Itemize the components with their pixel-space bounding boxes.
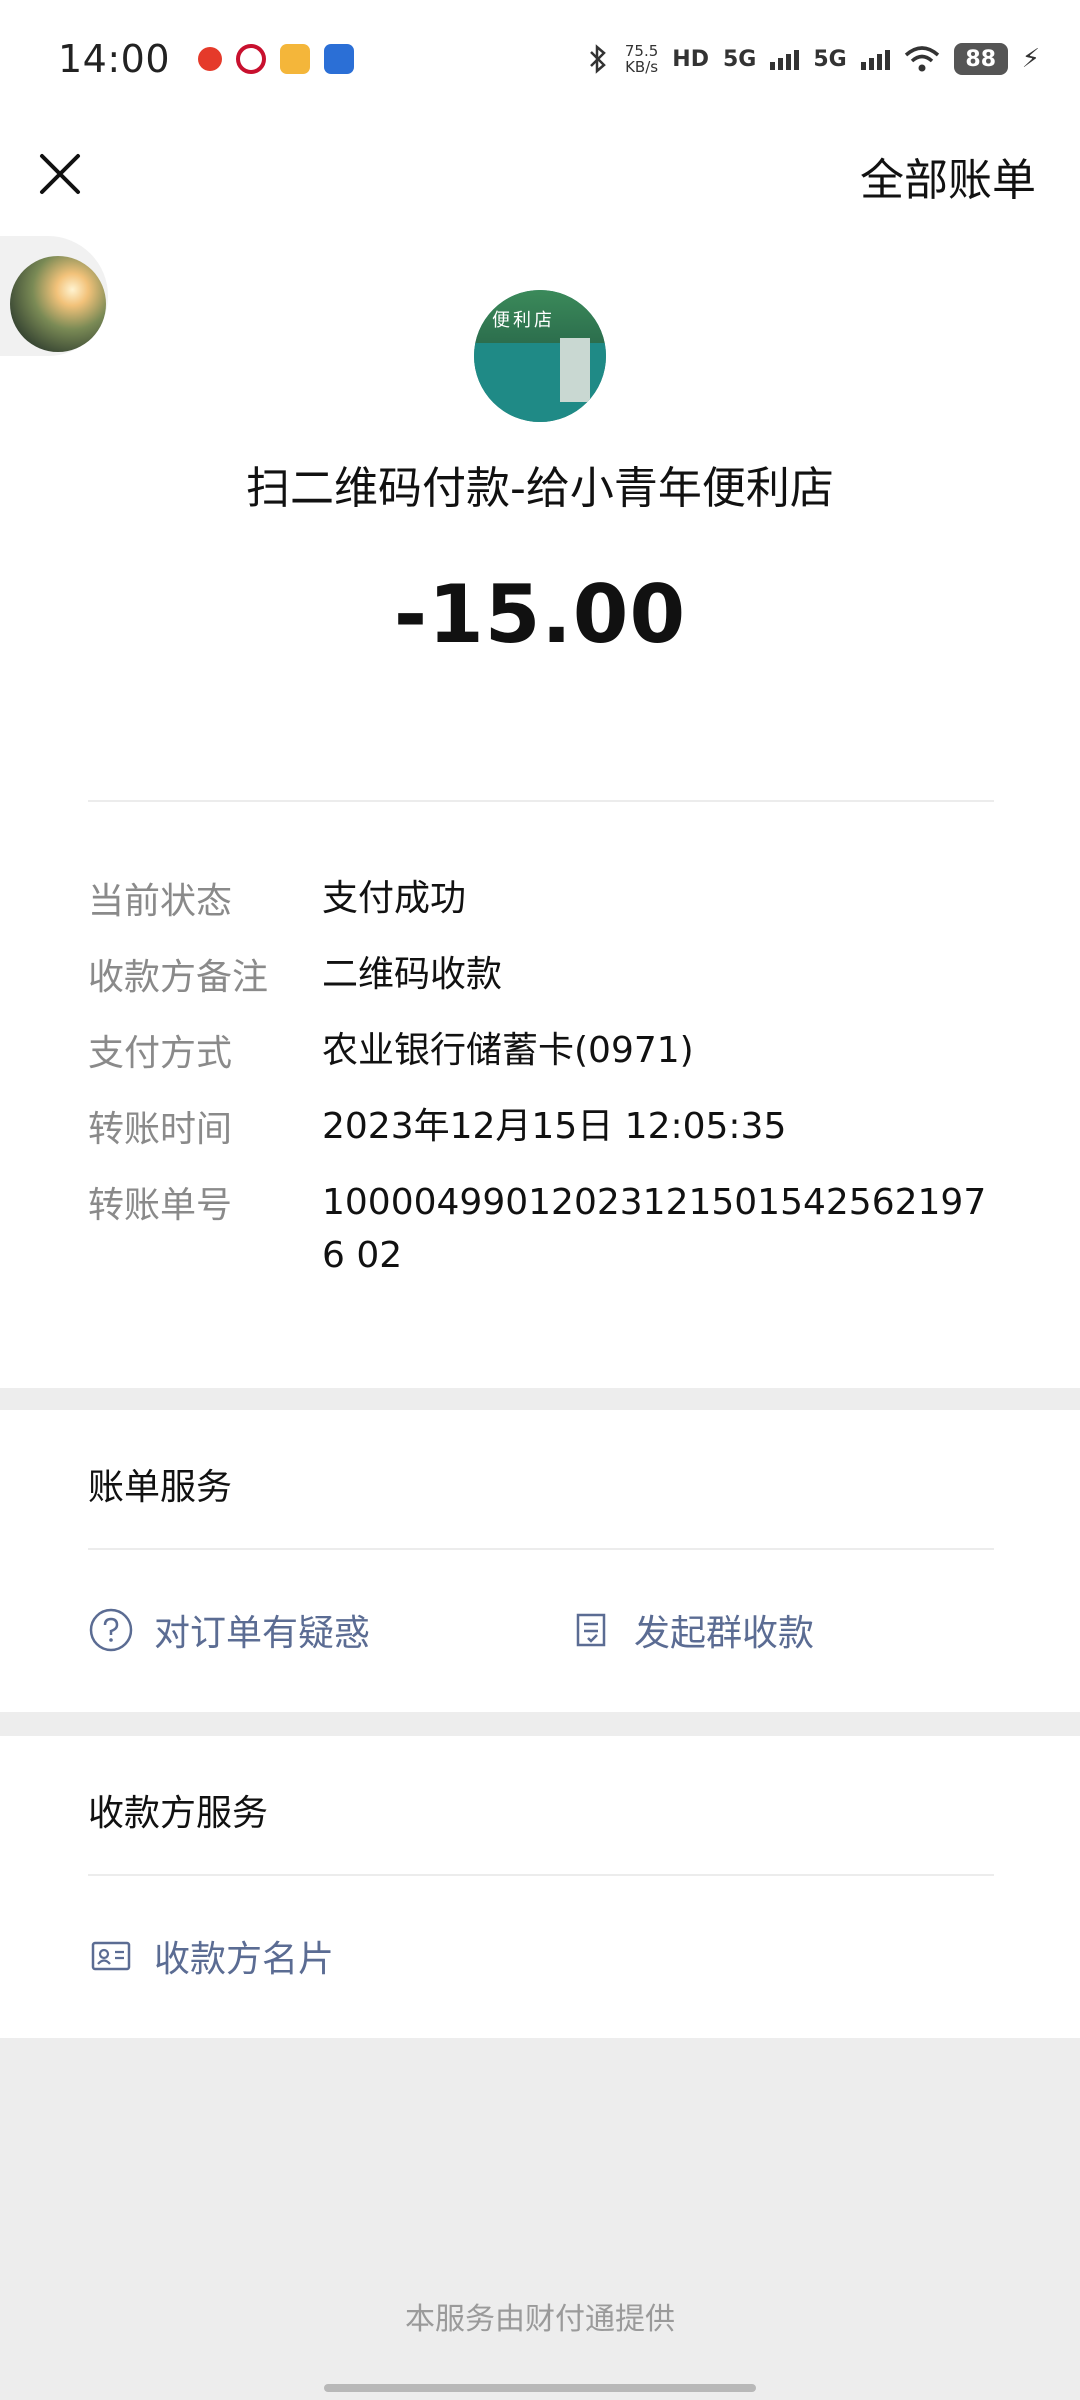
top-header: 全部账单 [0,118,1080,228]
detail-value: 支付成功 [322,878,467,919]
home-indicator[interactable] [324,2384,756,2392]
detail-label: 支付方式 [88,1033,233,1074]
hd-icon: HD [672,46,709,72]
merchant-title: 扫二维码付款-给小青年便利店 [246,463,834,514]
floating-avatar-button[interactable] [0,236,108,356]
detail-value: 2023年12月15日 12:05:35 [322,1106,787,1147]
transaction-card: 便利店 扫二维码付款-给小青年便利店 -15.00 当前状态 支付成功 收款方备… [0,228,1080,1388]
video-app-notification-icon [280,44,311,74]
detail-row-status: 当前状态 支付成功 [88,872,1008,925]
sim1-5g-label: 5G [722,46,757,72]
sim2-signal-icon [860,48,890,70]
detail-row-payment-method: 支付方式 农业银行储蓄卡(0971) [88,1024,1008,1077]
detail-row-transfer-time: 转账时间 2023年12月15日 12:05:35 [88,1100,1008,1153]
question-circle-icon [89,1608,133,1652]
close-icon[interactable] [28,142,92,206]
status-indicators: 75.5 KB/s HD 5G 5G 88 ⚡ [585,43,1040,75]
status-bar: 14:00 75.5 KB/s HD 5G 5G 88 ⚡ [0,0,1080,118]
payee-card-link[interactable]: 收款方名片 [88,1930,334,1982]
divider [88,1874,994,1876]
sim1-signal-icon [770,48,800,70]
status-time: 14:00 [58,37,171,81]
payee-card-label: 收款方名片 [154,1939,335,1980]
bank-notification-icon [236,44,267,74]
contact-card-icon [91,1941,131,1971]
divider [88,800,994,802]
detail-label: 当前状态 [88,881,233,922]
sim2-5g-label: 5G [813,46,847,72]
group-collect-link[interactable]: 发起群收款 [568,1604,814,1656]
network-speed: 75.5 KB/s [624,42,659,76]
detail-label: 转账单号 [88,1185,233,1226]
merchant-sign-text: 便利店 [492,310,555,331]
document-icon [576,1613,606,1647]
payee-services-section: 收款方服务 收款方名片 [0,1736,1080,2038]
detail-value: 二维码收款 [322,954,503,995]
user-avatar [10,256,106,352]
detail-label: 转账时间 [88,1109,233,1150]
detail-value: 农业银行储蓄卡(0971) [322,1030,694,1071]
order-question-label: 对订单有疑惑 [154,1613,371,1654]
charging-icon: ⚡ [1021,44,1040,74]
footer-note: 本服务由财付通提供 [405,2302,675,2337]
group-collect-label: 发起群收款 [634,1613,815,1654]
merchant-avatar: 便利店 [474,290,606,422]
battery-indicator: 88 [953,43,1008,75]
detail-row-transfer-number: 转账单号 100004990120231215015425621976 02 [88,1176,1008,1282]
order-question-link[interactable]: 对订单有疑惑 [88,1604,370,1656]
detail-row-payee-note: 收款方备注 二维码收款 [88,948,1008,1001]
section-title: 收款方服务 [88,1793,269,1834]
detail-value[interactable]: 100004990120231215015425621976 02 [322,1176,1008,1282]
all-bills-link[interactable]: 全部账单 [860,144,1036,208]
divider [88,1548,994,1550]
notification-icons [198,44,355,74]
transaction-amount: -15.00 [393,568,687,661]
game-app-notification-icon [324,44,355,74]
app-notification-icon [198,47,223,71]
bluetooth-icon [590,44,606,74]
detail-label: 收款方备注 [88,957,269,998]
section-title: 账单服务 [88,1467,233,1508]
wifi-icon [904,46,939,72]
bill-services-section: 账单服务 对订单有疑惑 发起群收款 [0,1410,1080,1712]
